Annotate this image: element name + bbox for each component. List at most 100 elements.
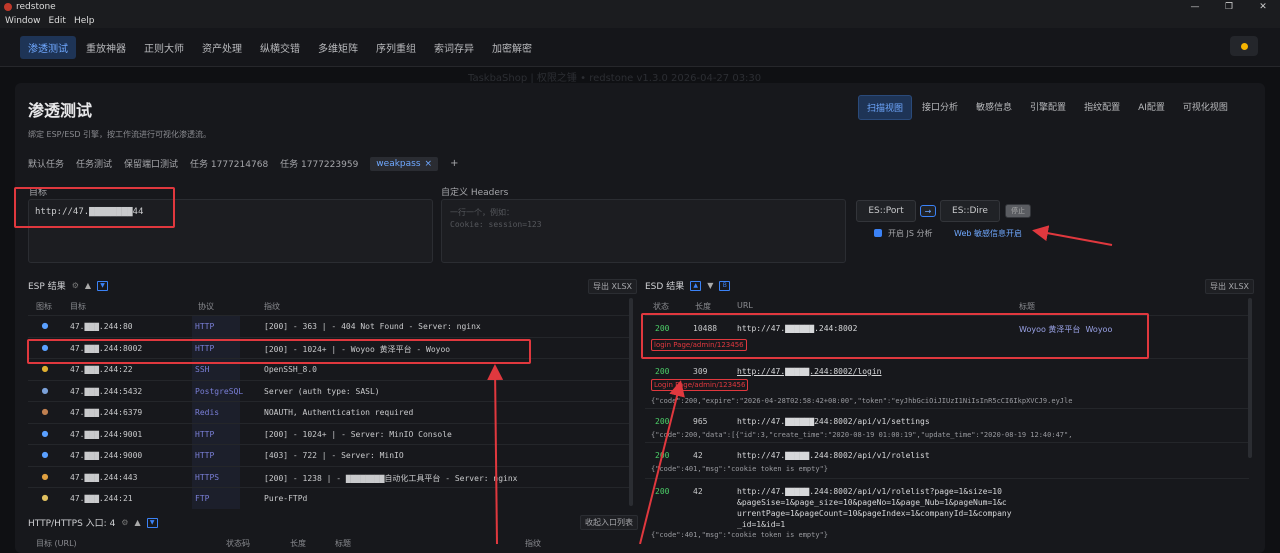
row-length: 965 bbox=[693, 417, 708, 426]
esp-scrollbar[interactable] bbox=[629, 298, 633, 506]
row-protocol: HTTP bbox=[192, 423, 240, 445]
row-target: 47.▇▇▇.244:9000 bbox=[70, 451, 143, 460]
task-tab-weakpass[interactable]: weakpass × bbox=[370, 156, 439, 171]
table-row[interactable]: ● 47.▇▇▇.244:6379 Redis NOAUTH, Authenticat… bbox=[28, 401, 632, 423]
row-target: 47.▇▇▇.244:5432 bbox=[70, 386, 143, 396]
tab-visual-view[interactable]: 可视化视图 bbox=[1175, 95, 1236, 120]
nav-diff[interactable]: 索词存异 bbox=[426, 36, 482, 59]
db-icon: ● bbox=[41, 385, 49, 395]
row-protocol: HTTP bbox=[192, 445, 240, 466]
annotation-box-esd-row bbox=[641, 313, 1149, 359]
row-status: 200 bbox=[655, 487, 670, 496]
web-sensitive-toggle[interactable]: Web 敏感信息开启 bbox=[954, 228, 1022, 239]
row-fingerprint: [200] - 1238 | - ▇▇▇▇▇▇▇▇自动化工具平台 - Serve… bbox=[264, 473, 518, 483]
tab-ai-config[interactable]: AI配置 bbox=[1130, 95, 1173, 120]
table-row[interactable]: ● 47.▇▇▇.244:9001 HTTP [200] - 1024+ | - Se… bbox=[28, 422, 632, 445]
row-url[interactable]: http://47.▇▇▇▇▇.244:8002/login bbox=[737, 366, 882, 377]
esd-header: ESD 结果 ▲ ▼ B bbox=[645, 279, 731, 292]
annotation-box-target bbox=[14, 187, 175, 228]
collapse-entry-button[interactable]: 收起入口列表 bbox=[580, 515, 638, 530]
theme-toggle-button[interactable] bbox=[1230, 36, 1258, 56]
title-bar: redstone — ❐ ✕ bbox=[0, 0, 1280, 13]
tab-api-analysis[interactable]: 接口分析 bbox=[914, 95, 966, 120]
row-protocol: PostgreSQL bbox=[192, 380, 243, 402]
row-url[interactable]: http://47.▇▇▇▇▇▇244:8002/api/v1/settings bbox=[737, 416, 930, 427]
menu-help[interactable]: Help bbox=[74, 16, 95, 26]
arrow-right-button[interactable]: → bbox=[920, 205, 936, 217]
table-row[interactable]: 200 42 http://47.▇▇▇▇▇.244:8002/api/v1/rol… bbox=[645, 478, 1249, 539]
col-icon: 图标 bbox=[36, 302, 52, 311]
close-icon[interactable]: × bbox=[425, 159, 433, 169]
row-protocol: FTP bbox=[192, 488, 240, 509]
task-tab-test[interactable]: 任务测试 bbox=[76, 155, 112, 172]
lock-icon: ● bbox=[41, 471, 49, 481]
table-row[interactable]: ● 47.▇▇▇.244:21 FTP Pure-FTPd bbox=[28, 487, 632, 509]
minimize-button[interactable]: — bbox=[1178, 0, 1212, 13]
table-row[interactable]: ● 47.▇▇▇.244:443 HTTPS [200] - 1238 | - ▇▇▇… bbox=[28, 465, 632, 488]
sort-up-icon[interactable]: ▲ bbox=[690, 280, 702, 291]
close-button[interactable]: ✕ bbox=[1246, 0, 1280, 13]
tab-engine-config[interactable]: 引擎配置 bbox=[1022, 95, 1074, 120]
row-fingerprint: Server (auth type: SASL) bbox=[264, 386, 380, 396]
row-target: 47.▇▇▇.244:80 bbox=[70, 322, 133, 331]
menu-window[interactable]: Window bbox=[5, 16, 41, 26]
row-url[interactable]: http://47.▇▇▇▇▇.244:8002/api/v1/rolelist bbox=[737, 450, 930, 461]
task-tab-1777214768[interactable]: 任务 1777214768 bbox=[190, 155, 268, 172]
page-title: 渗透测试 bbox=[28, 101, 93, 120]
row-target: 47.▇▇▇.244:6379 bbox=[70, 408, 143, 417]
headers-input[interactable]: 一行一个，例如： Cookie: session=123 bbox=[441, 199, 846, 263]
es-port-button[interactable]: ES::Port bbox=[856, 200, 916, 222]
tab-sensitive-info[interactable]: 敏感信息 bbox=[968, 95, 1020, 120]
nav-crypto[interactable]: 加密解密 bbox=[484, 36, 540, 59]
table-row[interactable]: 200 42 http://47.▇▇▇▇▇.244:8002/api/v1/rol… bbox=[645, 442, 1249, 477]
page-subtitle: 绑定 ESP/ESD 引擎，按工作流进行可视化渗透流。 bbox=[28, 130, 212, 139]
task-tab-default[interactable]: 默认任务 bbox=[28, 155, 64, 172]
stop-button[interactable]: 停止 bbox=[1005, 204, 1031, 218]
table-row[interactable]: 200 309 http://47.▇▇▇▇▇.244:8002/login Logi… bbox=[645, 358, 1249, 409]
nav-cross[interactable]: 纵横交错 bbox=[252, 36, 308, 59]
nav-replay[interactable]: 重放神器 bbox=[78, 36, 134, 59]
settings-icon[interactable]: ⚙ bbox=[72, 281, 79, 290]
settings-icon[interactable]: ⚙ bbox=[121, 518, 128, 527]
task-tab-1777223959[interactable]: 任务 1777223959 bbox=[280, 155, 358, 172]
row-status: 200 bbox=[655, 367, 670, 376]
filter-icon[interactable]: B bbox=[719, 280, 731, 291]
http-entry-header: HTTP/HTTPS 入口: 4 ⚙ ▲ ▼ bbox=[28, 516, 158, 529]
col-protocol: 协议 bbox=[198, 302, 214, 311]
sort-down-icon[interactable]: ▼ bbox=[146, 517, 158, 528]
esp-export-button[interactable]: 导出 XLSX bbox=[588, 279, 638, 294]
view-tabs: 扫描视图 接口分析 敏感信息 引擎配置 指纹配置 AI配置 可视化视图 bbox=[858, 95, 1236, 120]
sort-up-icon[interactable]: ▲ bbox=[134, 518, 140, 527]
sort-down-icon[interactable]: ▼ bbox=[707, 281, 713, 290]
sort-up-icon[interactable]: ▲ bbox=[85, 281, 91, 290]
add-task-button[interactable]: + bbox=[450, 158, 458, 169]
js-analysis-checkbox[interactable] bbox=[874, 229, 882, 237]
es-dire-button[interactable]: ES::Dire bbox=[940, 200, 1000, 222]
sort-down-icon[interactable]: ▼ bbox=[97, 280, 109, 291]
esd-export-button[interactable]: 导出 XLSX bbox=[1205, 279, 1255, 294]
globe-icon: ● bbox=[41, 428, 49, 438]
table-row[interactable]: 200 965 http://47.▇▇▇▇▇▇244:8002/api/v1/se… bbox=[645, 408, 1249, 443]
table-row[interactable]: ● 47.▇▇▇.244:9000 HTTP [403] - 722 | - Serv… bbox=[28, 444, 632, 466]
esd-scrollbar[interactable] bbox=[1248, 298, 1252, 458]
table-row[interactable]: ● 47.▇▇▇.244:5432 PostgreSQL Server (auth t… bbox=[28, 379, 632, 402]
nav-pentest[interactable]: 渗透测试 bbox=[20, 36, 76, 59]
nav-sequence[interactable]: 序列重组 bbox=[368, 36, 424, 59]
table-row[interactable]: ● 47.▇▇▇.244:80 HTTP [200] - 363 | - 404 No… bbox=[28, 315, 632, 337]
esp-table: 图标 目标 协议 指纹 ● 47.▇▇▇.244:80 HTTP [200] - 36… bbox=[28, 296, 632, 509]
maximize-button[interactable]: ❐ bbox=[1212, 0, 1246, 13]
nav-assets[interactable]: 资产处理 bbox=[194, 36, 250, 59]
task-tab-port[interactable]: 保留端口测试 bbox=[124, 155, 178, 172]
task-tabs: 默认任务 任务测试 保留端口测试 任务 1777214768 任务 177722… bbox=[28, 155, 458, 172]
col-status: 状态 bbox=[653, 302, 669, 311]
row-status: 200 bbox=[655, 417, 670, 426]
row-url[interactable]: http://47.▇▇▇▇▇.244:8002/api/v1/rolelist… bbox=[737, 486, 1012, 530]
row-target: 47.▇▇▇.244:22 bbox=[70, 365, 133, 374]
nav-regex[interactable]: 正则大师 bbox=[136, 36, 192, 59]
task-tab-weakpass-label: weakpass bbox=[376, 158, 421, 169]
menu-edit[interactable]: Edit bbox=[49, 16, 66, 26]
tab-fingerprint-config[interactable]: 指纹配置 bbox=[1076, 95, 1128, 120]
nav-matrix[interactable]: 多维矩阵 bbox=[310, 36, 366, 59]
tab-scan-view[interactable]: 扫描视图 bbox=[858, 95, 913, 120]
col-length: 长度 bbox=[695, 302, 711, 311]
